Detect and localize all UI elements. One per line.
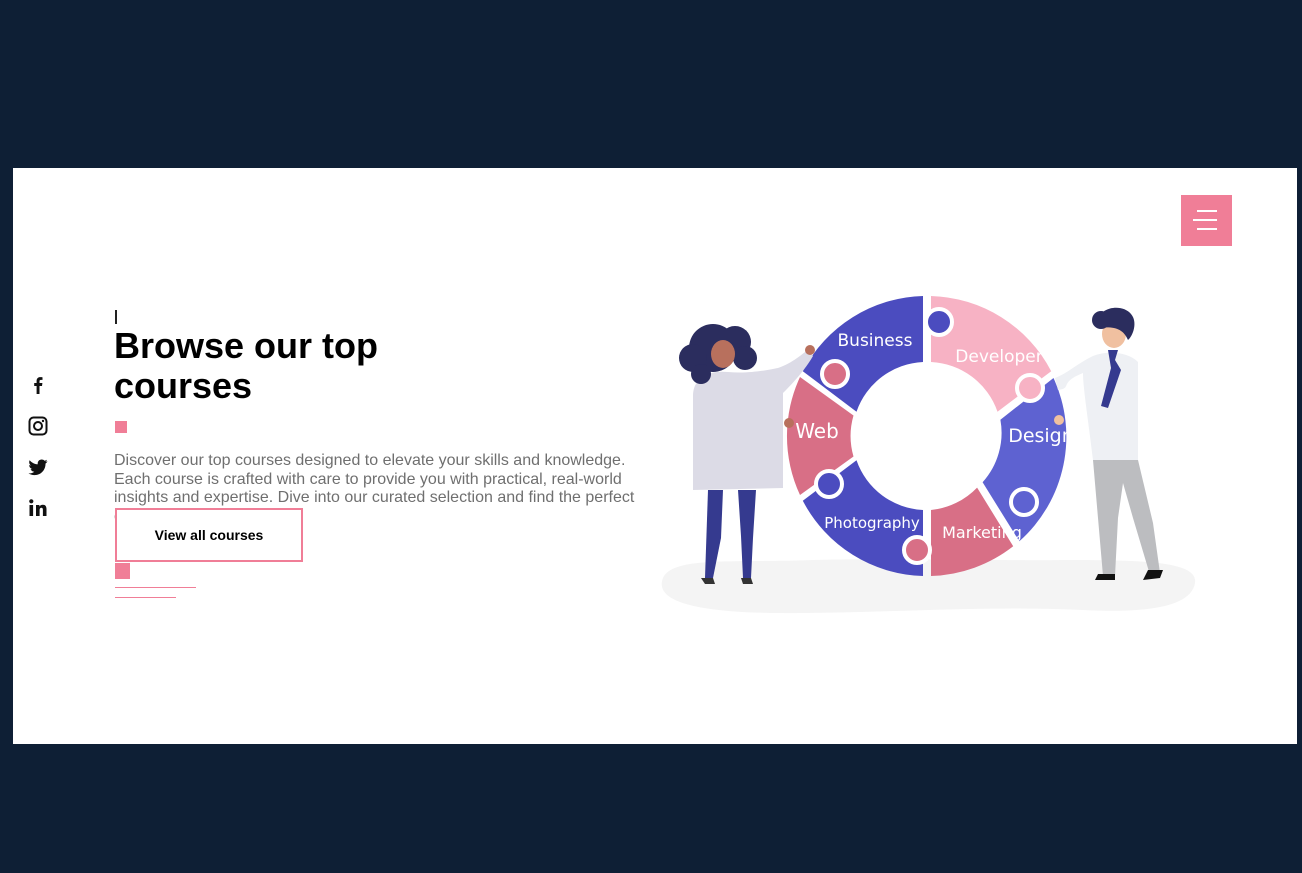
menu-icon <box>1193 210 1217 230</box>
puzzle-knob <box>1009 487 1039 517</box>
linkedin-icon[interactable] <box>27 497 49 519</box>
segment-label-design: Design <box>1008 425 1074 447</box>
puzzle-knob <box>814 469 844 499</box>
instagram-icon[interactable] <box>27 415 49 437</box>
view-all-courses-button[interactable]: View all courses <box>115 508 303 562</box>
segment-label-business: Business <box>838 331 913 351</box>
puzzle-knob <box>820 359 850 389</box>
page-title: Browse our top courses <box>114 325 379 406</box>
decorative-square <box>115 563 130 579</box>
segment-label-marketing: Marketing <box>942 523 1022 542</box>
menu-button[interactable] <box>1181 195 1232 246</box>
puzzle-knob <box>902 535 932 565</box>
puzzle-knob <box>924 307 954 337</box>
decorative-line <box>115 587 196 588</box>
segment-label-web: Web <box>795 419 839 443</box>
hero-panel: Browse our top courses Discover our top … <box>13 168 1297 744</box>
decorative-line <box>115 597 176 598</box>
accent-square <box>115 421 127 433</box>
course-puzzle-illustration: Business Developer Design Marketing Phot… <box>661 296 1196 614</box>
facebook-icon[interactable] <box>27 374 49 396</box>
twitter-icon[interactable] <box>27 456 49 478</box>
puzzle-ring: Business Developer Design Marketing Phot… <box>786 296 1074 576</box>
puzzle-knob <box>1015 373 1045 403</box>
segment-label-developer: Developer <box>955 347 1042 367</box>
segment-label-photography: Photography <box>824 514 920 532</box>
text-cursor <box>115 310 117 324</box>
